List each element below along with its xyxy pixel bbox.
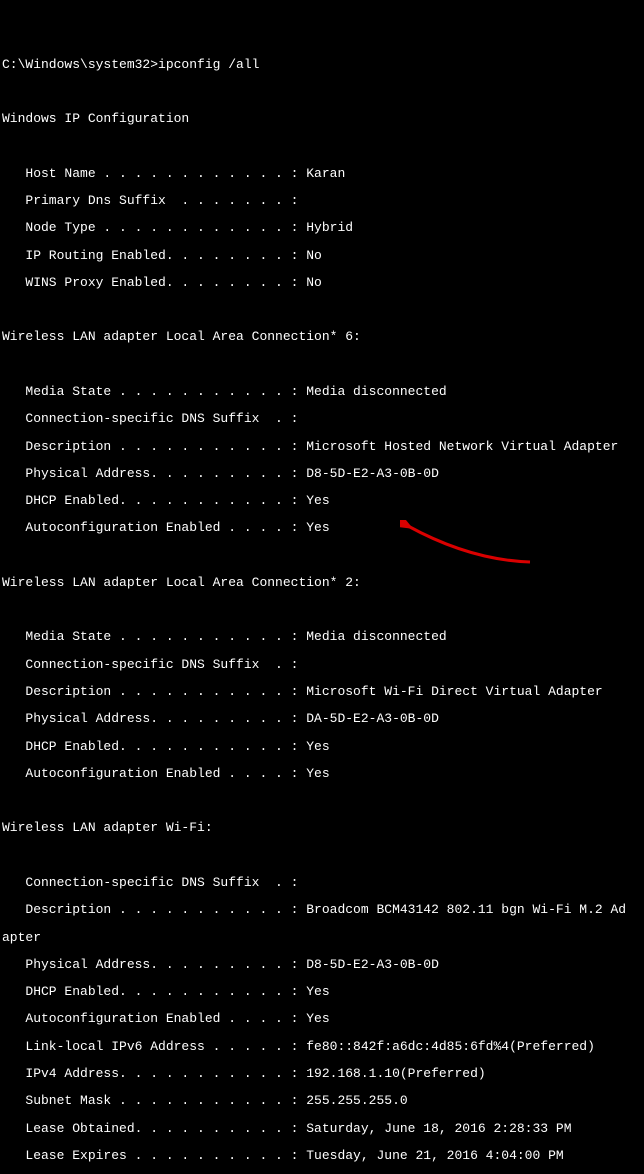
node-type-line: Node Type . . . . . . . . . . . . : Hybr…	[2, 221, 642, 235]
blank-line	[2, 849, 642, 863]
wifi-ipv4-address: IPv4 Address. . . . . . . . . . . : 192.…	[2, 1067, 642, 1081]
blank-line	[2, 85, 642, 99]
lac6-autoconfig: Autoconfiguration Enabled . . . . : Yes	[2, 521, 642, 535]
lac6-dhcp-enabled: DHCP Enabled. . . . . . . . . . . : Yes	[2, 494, 642, 508]
command-prompt-line: C:\Windows\system32>ipconfig /all	[2, 58, 642, 72]
lac2-autoconfig: Autoconfiguration Enabled . . . . : Yes	[2, 767, 642, 781]
heading-adapter-lac6: Wireless LAN adapter Local Area Connecti…	[2, 330, 642, 344]
blank-line	[2, 139, 642, 153]
wifi-lease-expires: Lease Expires . . . . . . . . . . : Tues…	[2, 1149, 642, 1163]
heading-adapter-wifi: Wireless LAN adapter Wi-Fi:	[2, 821, 642, 835]
wifi-lease-obtained: Lease Obtained. . . . . . . . . . : Satu…	[2, 1122, 642, 1136]
blank-line	[2, 794, 642, 808]
heading-ip-configuration: Windows IP Configuration	[2, 112, 642, 126]
wifi-subnet-mask: Subnet Mask . . . . . . . . . . . : 255.…	[2, 1094, 642, 1108]
wifi-dhcp-enabled: DHCP Enabled. . . . . . . . . . . : Yes	[2, 985, 642, 999]
wifi-description-1: Description . . . . . . . . . . . : Broa…	[2, 903, 642, 917]
wins-proxy-line: WINS Proxy Enabled. . . . . . . . : No	[2, 276, 642, 290]
blank-line	[2, 603, 642, 617]
lac6-media-state: Media State . . . . . . . . . . . : Medi…	[2, 385, 642, 399]
lac6-conn-suffix: Connection-specific DNS Suffix . :	[2, 412, 642, 426]
wifi-description-2: apter	[2, 931, 642, 945]
wifi-physical-address: Physical Address. . . . . . . . . : D8-5…	[2, 958, 642, 972]
ip-routing-line: IP Routing Enabled. . . . . . . . : No	[2, 249, 642, 263]
wifi-autoconfig: Autoconfiguration Enabled . . . . : Yes	[2, 1012, 642, 1026]
lac2-dhcp-enabled: DHCP Enabled. . . . . . . . . . . : Yes	[2, 740, 642, 754]
wifi-link-local-ipv6: Link-local IPv6 Address . . . . . : fe80…	[2, 1040, 642, 1054]
blank-line	[2, 303, 642, 317]
heading-adapter-lac2: Wireless LAN adapter Local Area Connecti…	[2, 576, 642, 590]
lac2-physical-address: Physical Address. . . . . . . . . : DA-5…	[2, 712, 642, 726]
host-name-line: Host Name . . . . . . . . . . . . : Kara…	[2, 167, 642, 181]
lac6-physical-address: Physical Address. . . . . . . . . : D8-5…	[2, 467, 642, 481]
lac2-conn-suffix: Connection-specific DNS Suffix . :	[2, 658, 642, 672]
blank-line	[2, 549, 642, 563]
lac2-description: Description . . . . . . . . . . . : Micr…	[2, 685, 642, 699]
wifi-conn-suffix: Connection-specific DNS Suffix . :	[2, 876, 642, 890]
primary-dns-suffix-line: Primary Dns Suffix . . . . . . . :	[2, 194, 642, 208]
blank-line	[2, 358, 642, 372]
lac6-description: Description . . . . . . . . . . . : Micr…	[2, 440, 642, 454]
lac2-media-state: Media State . . . . . . . . . . . : Medi…	[2, 630, 642, 644]
